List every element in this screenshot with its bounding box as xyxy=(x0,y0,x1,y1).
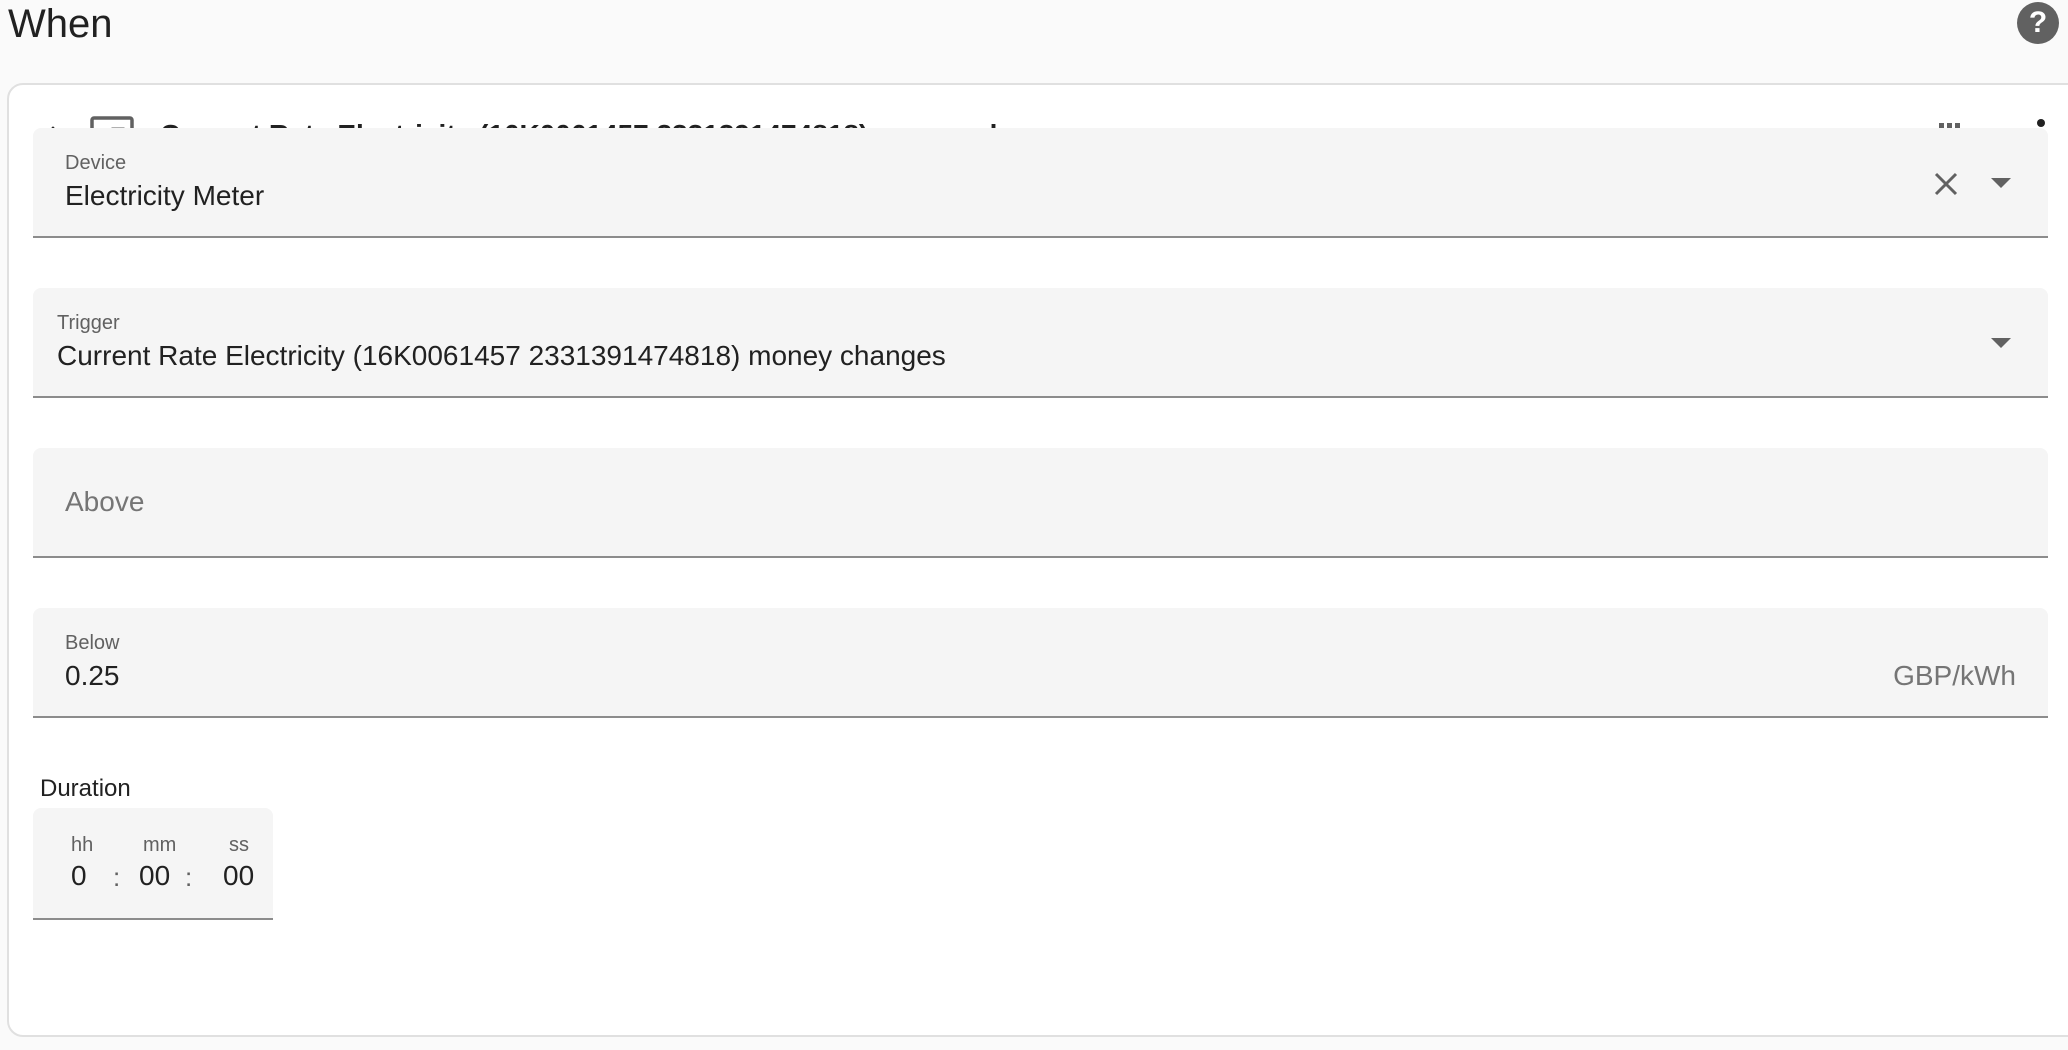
seconds-field[interactable]: 00 xyxy=(223,860,254,892)
page: When ? Current Rate Electricity (16K0061… xyxy=(0,0,2068,1050)
section-title: When xyxy=(8,2,113,46)
above-input[interactable]: Above xyxy=(33,448,2048,558)
minutes-label: mm xyxy=(143,834,177,856)
minutes-field[interactable]: 00 xyxy=(139,860,170,892)
chevron-down-icon[interactable] xyxy=(1990,336,2012,350)
below-value: 0.25 xyxy=(65,660,120,691)
hours-label: hh xyxy=(71,834,94,856)
device-value: Electricity Meter xyxy=(65,180,265,211)
time-separator: : xyxy=(113,862,121,892)
device-select[interactable]: Device Electricity Meter xyxy=(33,128,2048,238)
duration-input[interactable]: hh mm ss 0 : 00 : 00 xyxy=(33,808,273,920)
help-icon[interactable]: ? xyxy=(2017,2,2059,44)
seconds-label: ss xyxy=(229,834,249,856)
device-label: Device xyxy=(65,152,127,174)
below-input[interactable]: Below 0.25 GBP/kWh xyxy=(33,608,2048,718)
below-label: Below xyxy=(65,632,120,654)
close-icon[interactable] xyxy=(1932,170,1960,198)
trigger-label: Trigger xyxy=(57,312,120,334)
duration-label: Duration xyxy=(40,775,131,802)
below-unit: GBP/kWh xyxy=(1893,660,2016,691)
chevron-down-icon[interactable] xyxy=(1990,176,2012,190)
trigger-value: Current Rate Electricity (16K0061457 233… xyxy=(57,340,946,371)
time-separator: : xyxy=(185,862,193,892)
trigger-select[interactable]: Trigger Current Rate Electricity (16K006… xyxy=(33,288,2048,398)
above-placeholder: Above xyxy=(65,486,145,517)
hours-field[interactable]: 0 xyxy=(71,860,87,892)
